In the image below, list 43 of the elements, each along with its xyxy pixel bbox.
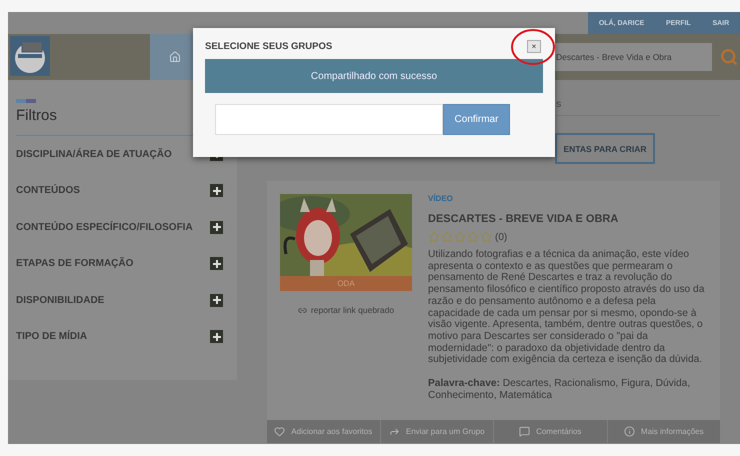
star-rating[interactable]: (0) (428, 231, 710, 243)
action-button[interactable]: Adicionar aos favoritos (267, 420, 380, 443)
confirm-button[interactable]: Confirmar (443, 104, 510, 135)
description: Utilizando fotografias e a técnica da animação, este vídeo apresenta o contexto e as questões que permearam o pensamento de René Descartes e traz a revolução do pensamento filosófico e científico proposto através do uso da razão e do pensamento autônomo e a defesa pela capacidade de cada um pensar por si mesmo, opondo-se à visão vigente. Apresenta, também, dentre outras questões, o motivo para Descartes ser considerado o "pai da modernidade": o paradoxo da objetividade dentro da subjetividade com exigência da certeza e isenção da dúvida. (428, 249, 706, 366)
logo-icon[interactable] (10, 36, 50, 76)
filter-label[interactable]: DISCIPLINA/ÁREA DE ATUAÇÃO (16, 148, 172, 160)
favorite-icon (274, 426, 286, 437)
star-icon[interactable] (454, 231, 466, 243)
filter-label[interactable]: TIPO DE MÍDIA (16, 331, 88, 342)
close-button[interactable]: × (527, 40, 541, 53)
info-icon (624, 426, 635, 437)
action-button[interactable]: Enviar para um Grupo (380, 420, 493, 443)
filter-label[interactable]: CONTEÚDOS (16, 185, 80, 196)
action-button[interactable]: Comentários (494, 420, 606, 443)
media-badge: ODA (280, 276, 412, 291)
expand-icon[interactable] (210, 184, 223, 198)
create-button[interactable]: ENTAS PARA CRIAR (555, 133, 655, 164)
star-icon[interactable] (467, 231, 479, 243)
share-icon (388, 426, 400, 437)
expand-icon[interactable] (210, 294, 223, 307)
expand-icon[interactable] (210, 257, 223, 270)
filter-label[interactable]: CONTEÚDO ESPECÍFICO/FILOSOFIA (16, 222, 193, 233)
link-icon (298, 306, 307, 314)
rating-count: (0) (495, 232, 508, 242)
highlight-circle (511, 29, 555, 65)
filter-label[interactable]: DISPONIBILIDADE (16, 294, 104, 306)
action-button[interactable]: Mais informações (608, 420, 720, 443)
success-message: Compartilhado com sucesso (205, 59, 543, 93)
resource-title: DESCARTES - BREVE VIDA E OBRA (428, 213, 620, 225)
input-field[interactable] (215, 104, 443, 135)
expand-icon[interactable] (210, 330, 223, 344)
home-icon (169, 51, 181, 63)
media-type: VÍDEO (428, 194, 454, 203)
dialog-title: SELECIONE SEUS GRUPOS (205, 41, 332, 52)
star-icon[interactable] (428, 231, 440, 243)
comments-icon (519, 426, 530, 437)
keywords: Palavra-chave: Descartes, Racionalismo, Figura, Dúvida, Conhecimento, Matemática (428, 378, 692, 402)
filter-label[interactable]: ETAPAS DE FORMAÇÃO (16, 258, 134, 270)
filter-marker-icon (16, 99, 36, 103)
report-link[interactable]: reportar link quebrado (298, 305, 394, 315)
star-icon[interactable] (441, 231, 453, 243)
expand-icon[interactable] (210, 220, 223, 234)
star-icon[interactable] (480, 231, 492, 243)
